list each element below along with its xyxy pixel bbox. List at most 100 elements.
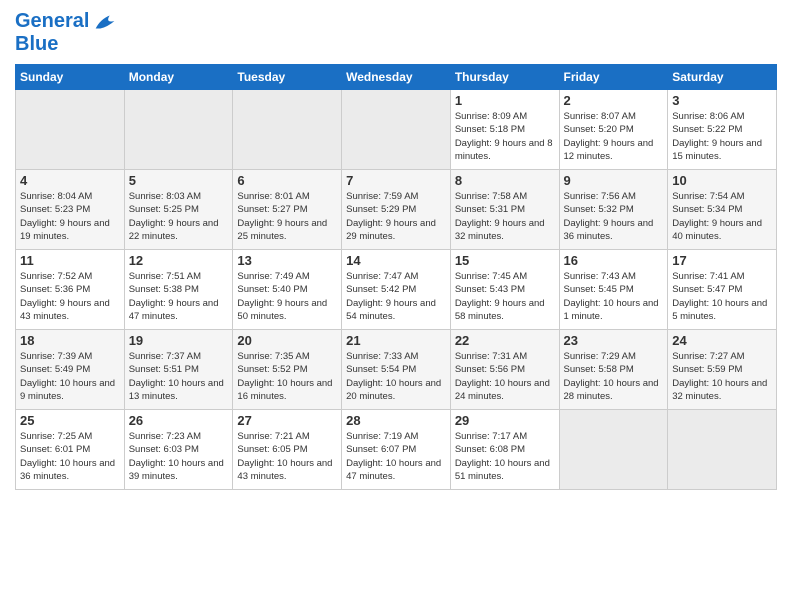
page-container: General Blue SundayMondayTuesdayWednesda… (0, 0, 792, 495)
day-info: Sunrise: 7:27 AMSunset: 5:59 PMDaylight:… (672, 351, 767, 402)
day-info: Sunrise: 8:07 AMSunset: 5:20 PMDaylight:… (564, 111, 654, 162)
day-info: Sunrise: 7:59 AMSunset: 5:29 PMDaylight:… (346, 191, 436, 242)
day-cell (233, 90, 342, 170)
day-cell (124, 90, 233, 170)
day-info: Sunrise: 7:29 AMSunset: 5:58 PMDaylight:… (564, 351, 659, 402)
day-cell: 7Sunrise: 7:59 AMSunset: 5:29 PMDaylight… (342, 170, 451, 250)
day-number: 27 (237, 413, 337, 428)
day-number: 16 (564, 253, 664, 268)
header-cell-monday: Monday (124, 65, 233, 90)
day-info: Sunrise: 7:56 AMSunset: 5:32 PMDaylight:… (564, 191, 654, 242)
day-number: 1 (455, 93, 555, 108)
day-info: Sunrise: 7:43 AMSunset: 5:45 PMDaylight:… (564, 271, 659, 322)
day-cell: 19 Sunrise: 7:37 AMSunset: 5:51 PMDayligh… (124, 330, 233, 410)
week-row-4: 18 Sunrise: 7:39 AMSunset: 5:49 PMDayligh… (16, 330, 777, 410)
day-cell: 24 Sunrise: 7:27 AMSunset: 5:59 PMDayligh… (668, 330, 777, 410)
week-row-1: 1Sunrise: 8:09 AMSunset: 5:18 PMDaylight… (16, 90, 777, 170)
day-cell: 22Sunrise: 7:31 AMSunset: 5:56 PMDayligh… (450, 330, 559, 410)
header-cell-wednesday: Wednesday (342, 65, 451, 90)
day-number: 21 (346, 333, 446, 348)
day-number: 8 (455, 173, 555, 188)
day-number: 25 (20, 413, 120, 428)
day-cell: 5 Sunrise: 8:03 AMSunset: 5:25 PMDaylight… (124, 170, 233, 250)
day-number: 4 (20, 173, 120, 188)
day-cell: 11 Sunrise: 7:52 AMSunset: 5:36 PMDayligh… (16, 250, 125, 330)
day-cell: 18 Sunrise: 7:39 AMSunset: 5:49 PMDayligh… (16, 330, 125, 410)
header-cell-tuesday: Tuesday (233, 65, 342, 90)
day-cell (16, 90, 125, 170)
logo-bird-icon (91, 11, 119, 33)
day-number: 9 (564, 173, 664, 188)
day-info: Sunrise: 7:37 AMSunset: 5:51 PMDaylight:… (129, 351, 224, 402)
header-cell-friday: Friday (559, 65, 668, 90)
day-cell: 25 Sunrise: 7:25 AMSunset: 6:01 PMDayligh… (16, 410, 125, 490)
day-number: 22 (455, 333, 555, 348)
day-cell: 9 Sunrise: 7:56 AMSunset: 5:32 PMDaylight… (559, 170, 668, 250)
header-row: SundayMondayTuesdayWednesdayThursdayFrid… (16, 65, 777, 90)
day-cell: 26 Sunrise: 7:23 AMSunset: 6:03 PMDayligh… (124, 410, 233, 490)
day-number: 26 (129, 413, 229, 428)
day-info: Sunrise: 7:39 AMSunset: 5:49 PMDaylight:… (20, 351, 115, 402)
day-info: Sunrise: 7:52 AMSunset: 5:36 PMDaylight:… (20, 271, 110, 322)
day-number: 6 (237, 173, 337, 188)
day-number: 2 (564, 93, 664, 108)
day-cell: 17Sunrise: 7:41 AMSunset: 5:47 PMDayligh… (668, 250, 777, 330)
week-row-3: 11 Sunrise: 7:52 AMSunset: 5:36 PMDayligh… (16, 250, 777, 330)
day-cell: 6 Sunrise: 8:01 AMSunset: 5:27 PMDaylight… (233, 170, 342, 250)
day-number: 14 (346, 253, 446, 268)
day-cell: 12Sunrise: 7:51 AMSunset: 5:38 PMDayligh… (124, 250, 233, 330)
day-number: 10 (672, 173, 772, 188)
day-number: 11 (20, 253, 120, 268)
day-number: 24 (672, 333, 772, 348)
day-number: 18 (20, 333, 120, 348)
day-number: 23 (564, 333, 664, 348)
day-number: 20 (237, 333, 337, 348)
day-cell: 2 Sunrise: 8:07 AMSunset: 5:20 PMDaylight… (559, 90, 668, 170)
week-row-5: 25 Sunrise: 7:25 AMSunset: 6:01 PMDayligh… (16, 410, 777, 490)
header-cell-thursday: Thursday (450, 65, 559, 90)
day-info: Sunrise: 7:45 AMSunset: 5:43 PMDaylight:… (455, 271, 545, 322)
logo-text-blue: Blue (15, 33, 119, 56)
logo-text-general: General (15, 10, 89, 32)
day-cell: 28 Sunrise: 7:19 AMSunset: 6:07 PMDayligh… (342, 410, 451, 490)
day-cell: 4 Sunrise: 8:04 AMSunset: 5:23 PMDaylight… (16, 170, 125, 250)
day-info: Sunrise: 7:21 AMSunset: 6:05 PMDaylight:… (237, 431, 332, 482)
day-info: Sunrise: 7:54 AMSunset: 5:34 PMDaylight:… (672, 191, 762, 242)
logo: General Blue (15, 10, 119, 56)
day-cell: 29 Sunrise: 7:17 AMSunset: 6:08 PMDayligh… (450, 410, 559, 490)
header-cell-sunday: Sunday (16, 65, 125, 90)
day-cell: 14 Sunrise: 7:47 AMSunset: 5:42 PMDayligh… (342, 250, 451, 330)
day-cell (559, 410, 668, 490)
day-cell: 10 Sunrise: 7:54 AMSunset: 5:34 PMDayligh… (668, 170, 777, 250)
day-info: Sunrise: 8:04 AMSunset: 5:23 PMDaylight:… (20, 191, 110, 242)
day-number: 17 (672, 253, 772, 268)
day-info: Sunrise: 7:33 AMSunset: 5:54 PMDaylight:… (346, 351, 441, 402)
header: General Blue (15, 10, 777, 56)
day-info: Sunrise: 7:47 AMSunset: 5:42 PMDaylight:… (346, 271, 436, 322)
day-cell: 23 Sunrise: 7:29 AMSunset: 5:58 PMDayligh… (559, 330, 668, 410)
day-info: Sunrise: 7:23 AMSunset: 6:03 PMDaylight:… (129, 431, 224, 482)
day-number: 13 (237, 253, 337, 268)
day-info: Sunrise: 7:58 AMSunset: 5:31 PMDaylight:… (455, 191, 545, 242)
day-cell: 15Sunrise: 7:45 AMSunset: 5:43 PMDayligh… (450, 250, 559, 330)
day-info: Sunrise: 7:17 AMSunset: 6:08 PMDaylight:… (455, 431, 550, 482)
day-number: 12 (129, 253, 229, 268)
day-info: Sunrise: 7:49 AMSunset: 5:40 PMDaylight:… (237, 271, 327, 322)
day-cell: 3 Sunrise: 8:06 AMSunset: 5:22 PMDaylight… (668, 90, 777, 170)
day-info: Sunrise: 8:03 AMSunset: 5:25 PMDaylight:… (129, 191, 219, 242)
day-info: Sunrise: 8:01 AMSunset: 5:27 PMDaylight:… (237, 191, 327, 242)
day-number: 29 (455, 413, 555, 428)
day-info: Sunrise: 7:25 AMSunset: 6:01 PMDaylight:… (20, 431, 115, 482)
day-number: 28 (346, 413, 446, 428)
day-cell: 16 Sunrise: 7:43 AMSunset: 5:45 PMDayligh… (559, 250, 668, 330)
day-cell (668, 410, 777, 490)
day-info: Sunrise: 7:19 AMSunset: 6:07 PMDaylight:… (346, 431, 441, 482)
day-cell: 21 Sunrise: 7:33 AMSunset: 5:54 PMDayligh… (342, 330, 451, 410)
day-info: Sunrise: 7:35 AMSunset: 5:52 PMDaylight:… (237, 351, 332, 402)
day-number: 3 (672, 93, 772, 108)
day-number: 5 (129, 173, 229, 188)
day-info: Sunrise: 8:06 AMSunset: 5:22 PMDaylight:… (672, 111, 762, 162)
week-row-2: 4 Sunrise: 8:04 AMSunset: 5:23 PMDaylight… (16, 170, 777, 250)
day-cell (342, 90, 451, 170)
day-number: 19 (129, 333, 229, 348)
